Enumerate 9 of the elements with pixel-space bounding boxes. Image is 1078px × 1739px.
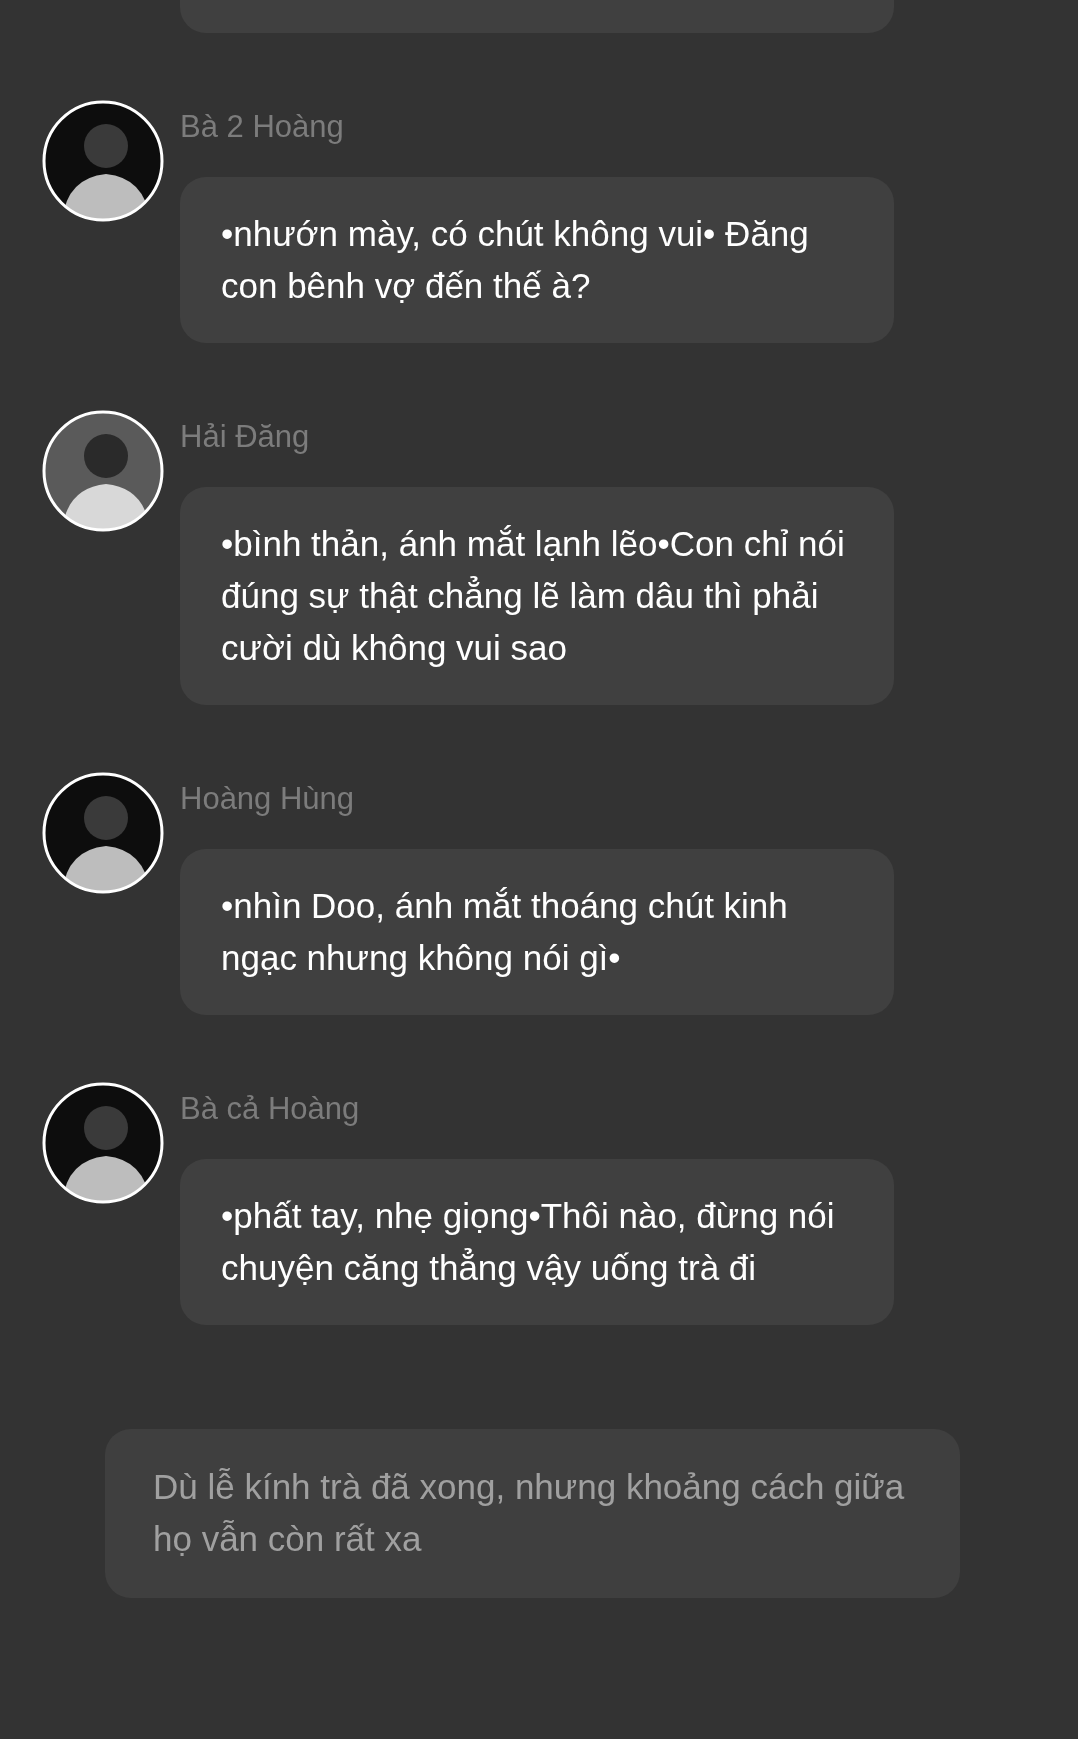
sender-name: Bà 2 Hoàng: [180, 108, 345, 146]
sender-name: Bà cả Hoàng: [180, 1090, 361, 1128]
message-bubble: •nhìn Doo, ánh mắt thoáng chút kinh ngạc nhưng không nói gì•: [180, 849, 894, 1015]
narration-bubble: Dù lễ kính trà đã xong, nhưng khoảng cách giữa họ vẫn còn rất xa: [105, 1429, 960, 1598]
message-bubble: •bình thản, ánh mắt lạnh lẽo•Con chỉ nói đúng sự thật chẳng lẽ làm dâu thì phải cười dù không vui sao: [180, 487, 894, 705]
message-bubble: •phất tay, nhẹ giọng•Thôi nào, đừng nói chuyện căng thẳng vậy uống trà đi: [180, 1159, 894, 1325]
sender-name: Hoàng Hùng: [180, 780, 356, 818]
message-bubble: •nhướn mày, có chút không vui• Đăng con bênh vợ đến thế à?: [180, 177, 894, 343]
sender-name: Hải Đăng: [180, 418, 311, 456]
